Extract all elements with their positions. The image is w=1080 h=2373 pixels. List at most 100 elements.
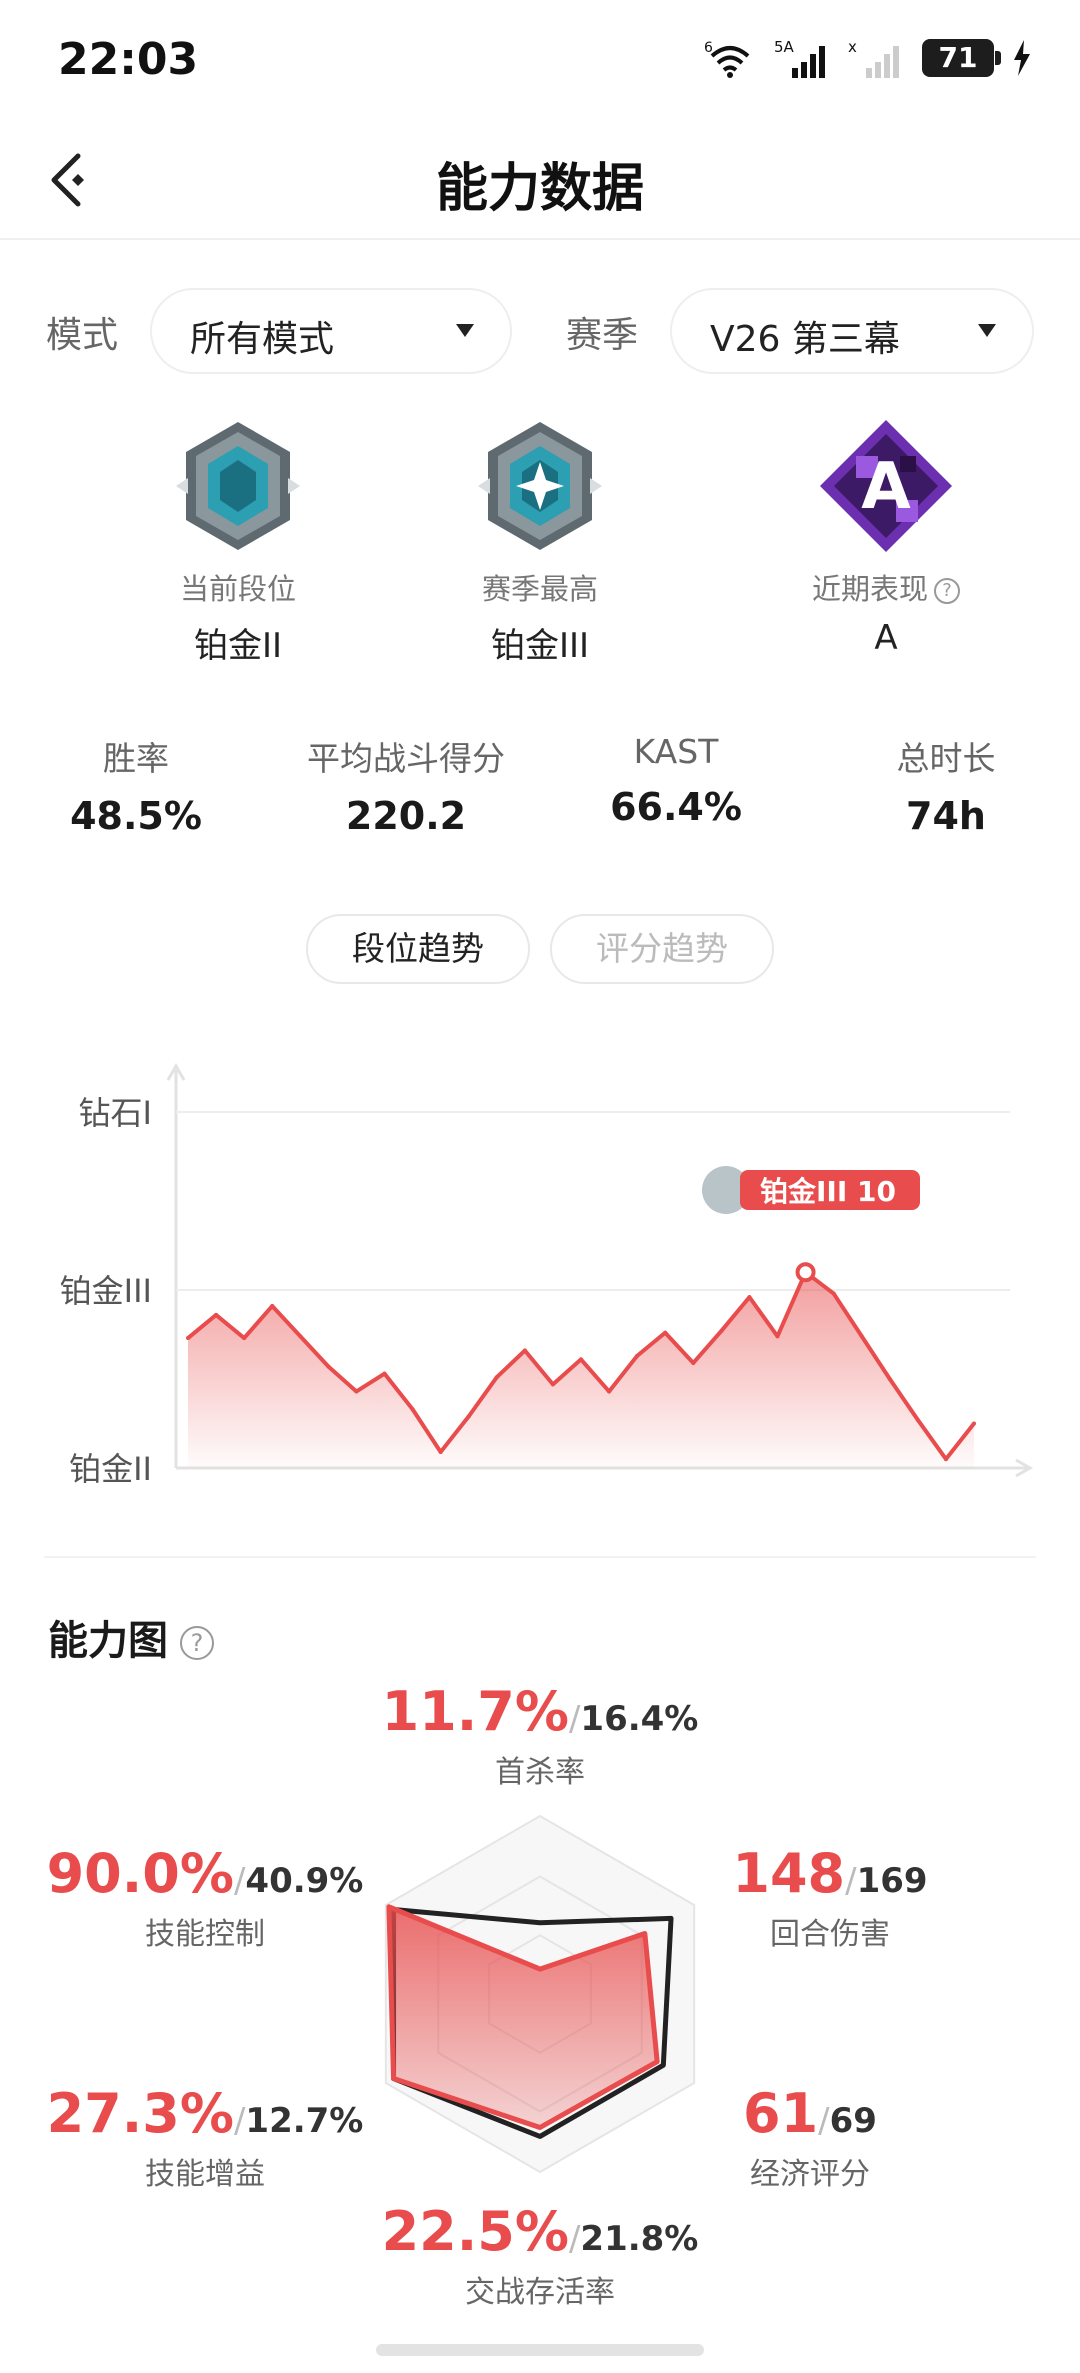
stat-value: 48.5%: [70, 794, 202, 838]
grade-letter: A: [861, 450, 911, 524]
chart-point: [270, 1304, 275, 1309]
platinum-rank-icon: [176, 422, 300, 550]
question-circle-icon[interactable]: ?: [934, 578, 960, 604]
status-bar: 22:03 6 5A x 71: [0, 0, 1080, 120]
ability-stat-label: 回合伤害: [770, 1917, 890, 1952]
current-rank-label: 当前段位: [179, 572, 296, 606]
recent-performance-value: A: [874, 618, 898, 658]
chart-point: [382, 1371, 387, 1376]
ability-stat-survival: 22.5%/21.8% 交战存活率: [340, 2200, 740, 2311]
signal-empty-badge: x: [848, 38, 857, 56]
ability-stat-first-kill: 11.7%/16.4% 首杀率: [340, 1680, 740, 1791]
ability-sub-value: 16.4%: [580, 1699, 699, 1739]
season-select[interactable]: V26 第三幕: [670, 288, 1034, 374]
chart-point: [522, 1348, 527, 1353]
home-indicator[interactable]: [376, 2344, 704, 2356]
stat-total-time: 总时长 74h: [816, 732, 1076, 838]
season-select-value: V26 第三幕: [710, 319, 900, 360]
ability-section-title: 能力图?: [48, 1608, 214, 1666]
chart-point: [354, 1389, 359, 1394]
ability-stat-label: 经济评分: [750, 2157, 870, 2192]
chart-point: [438, 1449, 443, 1454]
ability-stat-label: 技能增益: [145, 2157, 265, 2192]
ability-sub-value: 69: [829, 2101, 877, 2141]
battery-indicator: 71: [922, 39, 1001, 77]
chart-point: [859, 1334, 864, 1339]
chart-point: [607, 1389, 612, 1394]
ability-main-value: 148: [732, 1842, 846, 1905]
ability-stat-label: 技能控制: [145, 1917, 265, 1952]
chart-point: [719, 1328, 724, 1333]
ability-stat-label: 首杀率: [495, 1755, 585, 1790]
current-rank-value: 铂金II: [193, 626, 283, 666]
season-label: 赛季: [566, 315, 639, 356]
chart-point: [298, 1334, 303, 1339]
stat-kast: KAST 66.4%: [546, 732, 806, 829]
chart-point: [186, 1336, 190, 1341]
ability-main-value: 22.5%: [381, 2200, 569, 2263]
chart-y-tick-label: 铂金II: [69, 1450, 152, 1488]
platinum-rank-icon: [478, 422, 602, 550]
ability-main-value: 90.0%: [46, 1842, 234, 1905]
stat-label: 平均战斗得分: [307, 739, 505, 778]
ability-sub-value: 40.9%: [245, 1861, 364, 1901]
ability-sub-value: 21.8%: [580, 2219, 699, 2259]
season-peak-label: 赛季最高: [481, 572, 598, 606]
stat-value: 66.4%: [610, 785, 742, 829]
ability-sub-value: 12.7%: [245, 2101, 364, 2141]
stat-label: KAST: [633, 732, 719, 771]
current-rank[interactable]: 当前段位 铂金II: [88, 416, 388, 667]
ability-stat-skill-control: 90.0%/40.9% 技能控制: [20, 1842, 390, 1953]
chart-point: [915, 1417, 920, 1422]
wifi-icon: 6: [704, 40, 750, 78]
chart-point: [410, 1407, 415, 1412]
signal-badge: 5A: [774, 38, 795, 56]
chart-point: [494, 1375, 499, 1380]
recent-performance-label: 近期表现?: [736, 566, 1036, 608]
chart-point: [579, 1357, 583, 1362]
ability-stat-round-damage: 148/169 回合伤害: [690, 1842, 970, 1953]
ability-main-value: 61: [743, 2082, 819, 2145]
chart-point: [747, 1295, 752, 1300]
chart-point: [691, 1360, 696, 1365]
ability-main-value: 27.3%: [46, 2082, 234, 2145]
season-peak-rank[interactable]: 赛季最高 铂金III: [390, 416, 690, 667]
signal-icon: 5A: [774, 38, 825, 78]
chart-point: [943, 1457, 948, 1462]
mode-select[interactable]: 所有模式: [150, 288, 512, 374]
chevron-down-icon: [978, 324, 996, 337]
question-circle-icon[interactable]: ?: [180, 1626, 214, 1660]
chart-point: [242, 1336, 247, 1341]
stat-value: 74h: [906, 794, 986, 838]
chart-point: [550, 1382, 555, 1387]
ability-stat-skill-gain: 27.3%/12.7% 技能增益: [20, 2082, 390, 2193]
chart-point: [326, 1364, 331, 1369]
chart-point: [466, 1414, 471, 1419]
rank-trend-chart: 铂金II 铂金III 钻石I 铂金III 10: [60, 1062, 1034, 1488]
chart-point: [887, 1377, 892, 1381]
app-header: 能力数据: [0, 120, 1080, 240]
performance-grade-icon: A: [820, 420, 952, 552]
chart-point: [635, 1353, 640, 1358]
chart-highlight-point: [795, 1262, 816, 1283]
mode-label: 模式: [46, 315, 119, 356]
signal-empty-icon: x: [848, 38, 899, 78]
ability-title-text: 能力图: [48, 1618, 168, 1664]
charging-icon: [1014, 40, 1030, 76]
chevron-down-icon: [456, 324, 474, 337]
chart-point: [663, 1330, 668, 1335]
ability-stat-label: 交战存活率: [465, 2275, 615, 2310]
status-icons: 6 5A x 71: [704, 38, 1032, 78]
wifi-badge: 6: [704, 40, 713, 56]
page-title: 能力数据: [435, 159, 644, 219]
chart-point: [775, 1334, 780, 1339]
mode-select-value: 所有模式: [190, 319, 335, 360]
tab-score-trend[interactable]: 评分趋势: [550, 914, 774, 984]
status-time: 22:03: [58, 34, 199, 85]
chart-y-tick-label: 铂金III: [60, 1272, 152, 1310]
chart-point: [831, 1291, 836, 1296]
recent-performance[interactable]: A 近期表现? A: [736, 416, 1036, 658]
stat-label: 胜率: [103, 739, 169, 778]
tab-rank-trend[interactable]: 段位趋势: [306, 914, 530, 984]
trend-tabs: 段位趋势 评分趋势: [0, 914, 1080, 984]
